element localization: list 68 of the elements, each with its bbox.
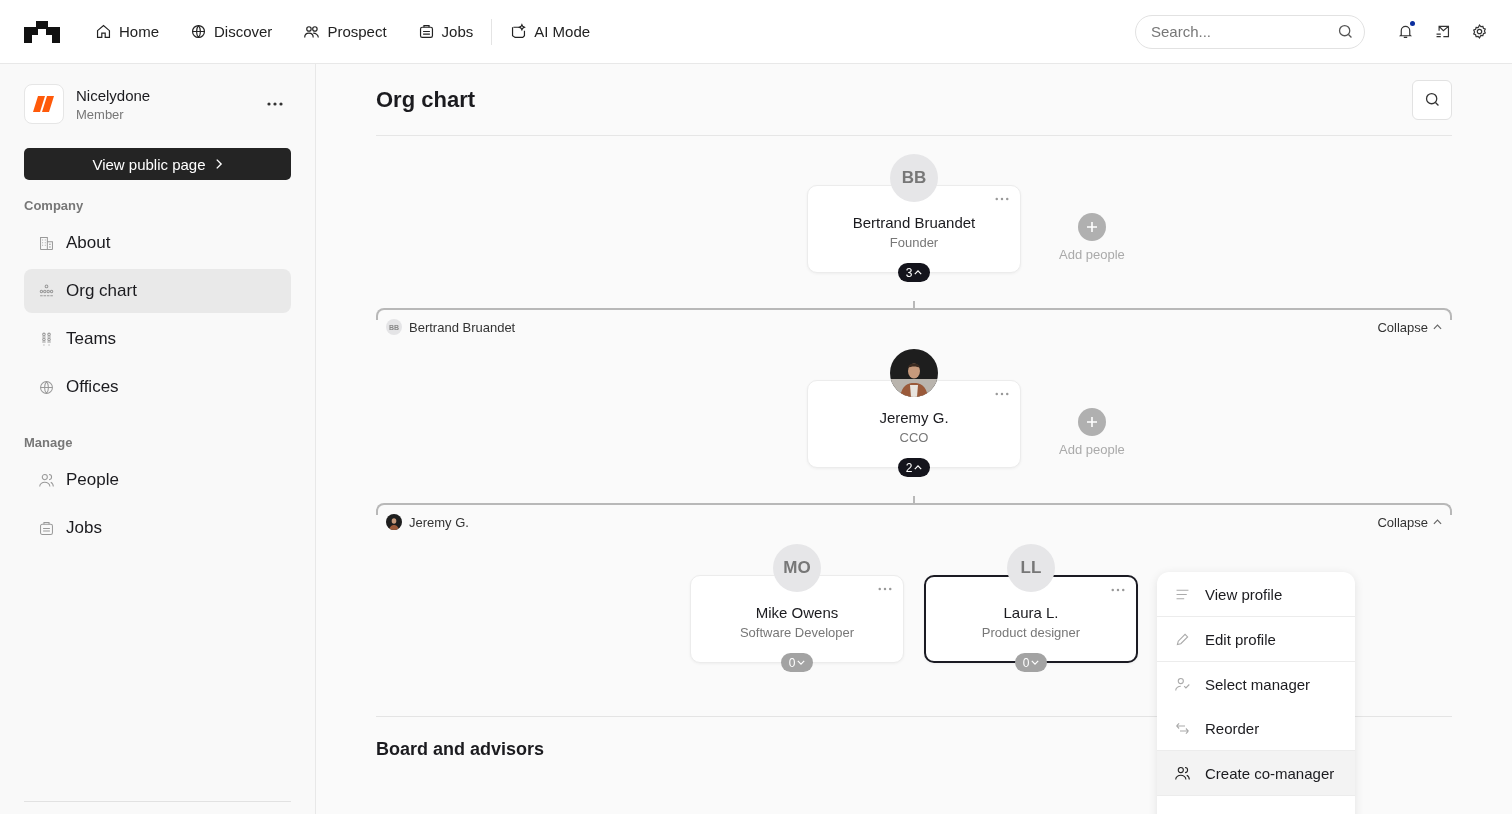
settings-icon[interactable]: [1471, 23, 1488, 40]
person-name: Bertrand Bruandet: [852, 214, 976, 231]
notification-bell-icon[interactable]: [1397, 23, 1414, 40]
nav-link[interactable]: Home: [95, 23, 159, 40]
caret-up-icon: [914, 270, 923, 275]
plus-icon: [1085, 416, 1098, 428]
sidebar-item[interactable]: Jobs: [24, 506, 291, 550]
person-name: Mike Owens: [755, 604, 839, 621]
search-field[interactable]: Search...: [1135, 14, 1365, 49]
briefcase-icon: [38, 519, 55, 537]
caret-up-icon: [1433, 519, 1442, 525]
member-role: Member: [76, 106, 125, 122]
view-public-page-button[interactable]: View public page: [24, 148, 291, 180]
reports-count-toggle[interactable]: 2: [898, 458, 930, 477]
menu-item[interactable]: Select manager: [1157, 662, 1355, 706]
manager-label: Bertrand Bruandet: [409, 319, 516, 335]
collapse-button[interactable]: Collapse: [1377, 319, 1442, 335]
globe-icon: [38, 378, 55, 396]
building-icon: [38, 234, 55, 252]
person-role: Software Developer: [739, 625, 855, 640]
section-title: Board and advisors: [376, 739, 546, 760]
person-role: Product designer: [981, 625, 1081, 640]
person-name: Jeremy G.: [879, 409, 949, 426]
manager-label: Jeremy G.: [409, 514, 469, 530]
envelope-icon[interactable]: [1434, 23, 1451, 40]
caret-up-icon: [914, 465, 923, 470]
page-title: Org chart: [376, 86, 476, 113]
globe-icon: [190, 23, 207, 40]
caret-down-icon: [1031, 660, 1040, 665]
people-icon: [1174, 764, 1191, 782]
sidebar-item[interactable]: People: [24, 458, 291, 502]
caret-down-icon: [797, 660, 806, 665]
menu-item[interactable]: Create co-manager: [1157, 751, 1355, 796]
sidebar-item[interactable]: Org chart: [24, 269, 291, 313]
sidebar-item[interactable]: About: [24, 221, 291, 265]
nav-link[interactable]: Discover: [190, 23, 273, 40]
more-icon[interactable]: [267, 102, 283, 106]
person-role: CCO: [899, 430, 929, 445]
nav-link[interactable]: Prospect: [303, 23, 387, 40]
company-name: Nicelydone: [76, 86, 151, 104]
logo[interactable]: [24, 20, 60, 43]
sidebar-item[interactable]: Teams: [24, 317, 291, 361]
avatar: BB: [890, 154, 938, 202]
avatar: LL: [1007, 544, 1055, 592]
sidebar-item[interactable]: Offices: [24, 365, 291, 409]
people-icon: [303, 23, 321, 40]
search-button[interactable]: [1412, 79, 1452, 120]
home-icon: [95, 23, 112, 40]
plus-icon: [1085, 221, 1098, 233]
search-icon: [1423, 91, 1441, 108]
nav-link[interactable]: Jobs: [417, 23, 474, 40]
menu-item[interactable]: Edit profile: [1157, 617, 1355, 662]
collapse-button[interactable]: Collapse: [1377, 514, 1442, 530]
briefcase-icon: [417, 23, 435, 40]
section-heading: Manage: [24, 435, 74, 450]
people-icon: [38, 471, 55, 489]
search-icon: [1337, 22, 1354, 40]
section-heading: Company: [24, 198, 85, 213]
company-logo: [24, 84, 64, 124]
sparkle-icon: [510, 23, 528, 40]
caret-up-icon: [1433, 324, 1442, 330]
person-check-icon: [1174, 675, 1191, 693]
nav-link[interactable]: AI Mode: [510, 23, 591, 40]
person-role: Founder: [889, 235, 939, 250]
reports-count-toggle[interactable]: 3: [898, 263, 930, 282]
person-name: Laura L.: [1003, 604, 1059, 621]
menu-item[interactable]: View profile: [1157, 572, 1355, 617]
avatar: MO: [773, 544, 821, 592]
